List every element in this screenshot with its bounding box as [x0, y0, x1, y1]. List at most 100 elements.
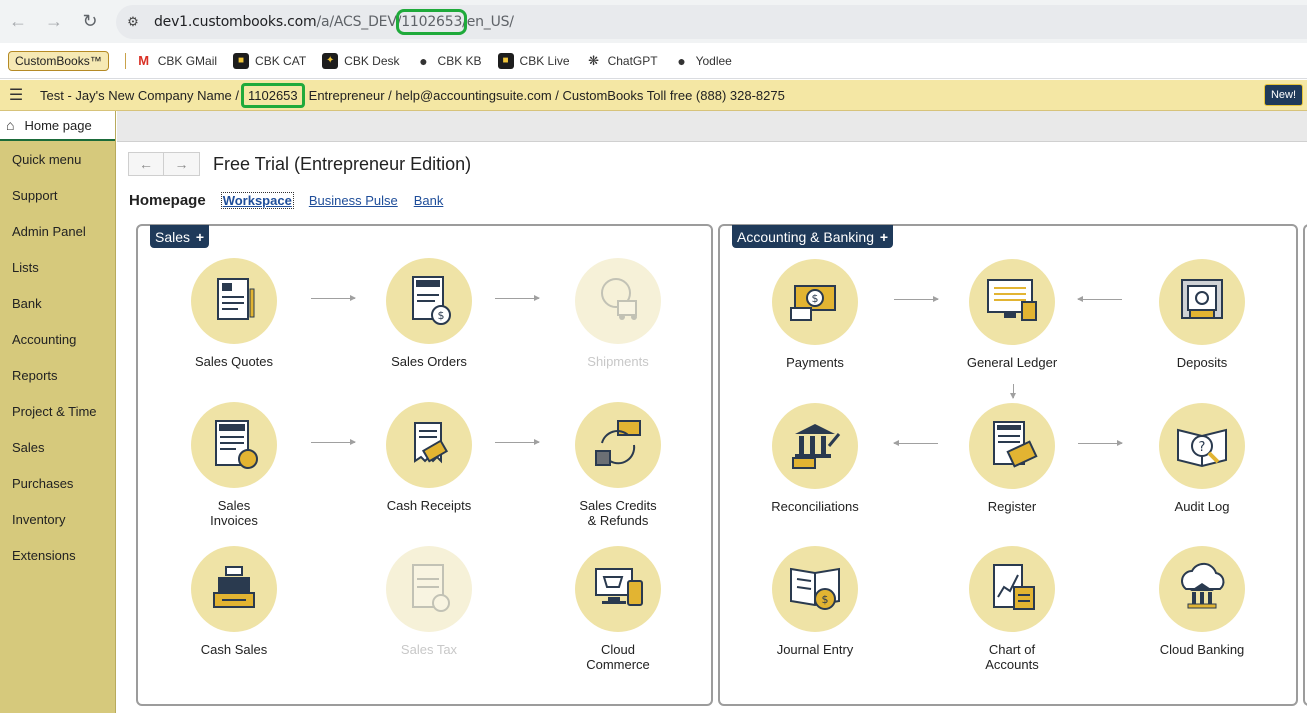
sales-quote-icon: [191, 258, 277, 344]
tile-label-line: & Refunds: [587, 513, 649, 528]
tile-label: Audit Log: [1174, 499, 1230, 514]
tile-label-line: Sales Credits: [579, 498, 657, 513]
bookmark-yodlee[interactable]: ● Yodlee: [674, 53, 732, 69]
browser-toolbar: ← → ↻ ⚙ dev1.custombooks.com/a/ACS_DEV/1…: [0, 0, 1307, 43]
tile-label: Sales Tax: [400, 642, 458, 657]
cbk-icon: ■: [233, 52, 250, 69]
sidebar-item-accounting[interactable]: Accounting: [0, 321, 115, 357]
bookmark-label: CBK KB: [437, 53, 482, 68]
site-settings-icon[interactable]: ⚙: [120, 9, 146, 35]
tile-cash-receipts[interactable]: Cash Receipts: [369, 402, 489, 513]
sidebar-home-page[interactable]: ⌂ Home page: [0, 111, 115, 141]
bookmark-custombooks[interactable]: CustomBooks™: [8, 50, 109, 71]
tile-reconciliations[interactable]: Reconciliations: [755, 403, 875, 514]
company-details: Entrepreneur / help@accountingsuite.com …: [308, 87, 785, 103]
tile-sales-quotes[interactable]: Sales Quotes: [174, 258, 294, 369]
sidebar-item-bank[interactable]: Bank: [0, 285, 115, 321]
url-highlighted-id: 1102653: [396, 9, 468, 35]
tile-label-line: Accounts: [985, 657, 1039, 672]
chart-of-accounts-icon: [969, 546, 1055, 632]
tile-sales-credits-refunds[interactable]: Sales Credits & Refunds: [558, 402, 678, 528]
sales-order-icon: $: [386, 258, 472, 344]
tile-sales-tax[interactable]: Sales Tax: [369, 546, 489, 657]
sidebar-item-quick-menu[interactable]: Quick menu: [0, 141, 115, 177]
bookmark-cbk-live[interactable]: ■ CBK Live: [497, 52, 570, 69]
tile-sales-orders[interactable]: $ Sales Orders: [369, 258, 489, 369]
sidebar-item-sales[interactable]: Sales: [0, 429, 115, 465]
url-text[interactable]: dev1.custombooks.com/a/ACS_DEV/1102653/e…: [154, 9, 514, 35]
tile-label: Deposits: [1176, 355, 1228, 370]
bookmark-chatgpt[interactable]: ❋ ChatGPT: [586, 53, 658, 69]
tile-label-line: Chart of: [988, 642, 1036, 657]
reload-icon[interactable]: ↻: [72, 4, 108, 40]
back-arrow-icon[interactable]: ←: [0, 4, 36, 40]
tile-label: General Ledger: [966, 355, 1058, 370]
svg-text:$: $: [822, 593, 829, 606]
hamburger-menu-icon[interactable]: ☰: [0, 85, 32, 105]
url-host: dev1.custombooks.com: [154, 14, 317, 30]
flow-arrow-down: [1010, 384, 1016, 399]
address-bar[interactable]: ⚙ dev1.custombooks.com/a/ACS_DEV/1102653…: [116, 5, 1307, 39]
tile-chart-of-accounts[interactable]: Chart of Accounts: [952, 546, 1072, 672]
history-forward-button[interactable]: →: [164, 152, 200, 176]
tile-label: Register: [987, 499, 1037, 514]
homepage-label: Homepage: [129, 192, 206, 209]
tile-payments[interactable]: $ Payments: [755, 259, 875, 370]
cash-receipt-icon: [386, 402, 472, 488]
company-info: Test - Jay's New Company Name / 1102653 …: [40, 82, 785, 108]
tile-shipments[interactable]: Shipments: [558, 258, 678, 369]
tile-journal-entry[interactable]: $ Journal Entry: [755, 546, 875, 657]
sidebar-item-purchases[interactable]: Purchases: [0, 465, 115, 501]
tile-cloud-banking[interactable]: Cloud Banking: [1142, 546, 1262, 657]
new-button[interactable]: New!: [1263, 84, 1303, 106]
globe-icon: ●: [677, 52, 686, 69]
tile-register[interactable]: Register: [952, 403, 1072, 514]
tile-label: Sales Invoices: [174, 498, 294, 528]
url-path-after: /en_US/: [462, 14, 514, 30]
tile-deposits[interactable]: Deposits: [1142, 259, 1262, 370]
tile-audit-log[interactable]: ? Audit Log: [1142, 403, 1262, 514]
tile-cloud-commerce[interactable]: Cloud Commerce: [558, 546, 678, 672]
sales-panel-tag[interactable]: Sales +: [150, 225, 210, 248]
deposits-icon: [1159, 259, 1245, 345]
bookmark-cbk-cat[interactable]: ■ CBK CAT: [233, 52, 306, 69]
home-page-label: Home page: [24, 117, 92, 133]
audit-log-icon: ?: [1159, 403, 1245, 489]
flow-arrow-right: [495, 295, 540, 301]
sidebar-item-support[interactable]: Support: [0, 177, 115, 213]
tab-bank[interactable]: Bank: [414, 193, 444, 208]
tile-sales-invoices[interactable]: Sales Invoices: [174, 402, 294, 528]
shipment-icon: [575, 258, 661, 344]
url-path-before: /a/ACS_DEV/: [316, 14, 402, 30]
sidebar-item-extensions[interactable]: Extensions: [0, 537, 115, 573]
tile-cash-sales[interactable]: Cash Sales: [174, 546, 294, 657]
sales-panel: Sales + Sales Quotes $ Sales Orders Ship…: [136, 224, 713, 706]
tile-label-line: Sales: [217, 498, 251, 513]
tile-label: Reconciliations: [771, 499, 859, 514]
bookmark-label: CBK GMail: [157, 53, 218, 68]
tab-business-pulse[interactable]: Business Pulse: [309, 193, 398, 208]
forward-arrow-icon[interactable]: →: [36, 4, 72, 40]
bookmark-label: CBK Live: [519, 53, 570, 68]
sidebar-item-lists[interactable]: Lists: [0, 249, 115, 285]
accounting-panel-tag[interactable]: Accounting & Banking +: [732, 225, 894, 248]
bookmark-cbk-kb[interactable]: ● CBK KB: [416, 53, 482, 69]
company-id-highlight: 1102653: [241, 82, 305, 108]
bookmark-label: ChatGPT: [607, 53, 658, 68]
history-back-button[interactable]: ←: [128, 152, 164, 176]
sidebar-item-reports[interactable]: Reports: [0, 357, 115, 393]
payments-icon: $: [772, 259, 858, 345]
homepage-subnav: Homepage Workspace Business Pulse Bank: [129, 192, 459, 209]
tab-strip: [117, 111, 1307, 142]
tab-workspace[interactable]: Workspace: [220, 192, 294, 209]
sidebar-item-admin-panel[interactable]: Admin Panel: [0, 213, 115, 249]
flow-arrow-left: [1077, 296, 1122, 302]
tile-label: Cash Sales: [200, 642, 268, 657]
sidebar-item-inventory[interactable]: Inventory: [0, 501, 115, 537]
cloud-banking-icon: [1159, 546, 1245, 632]
bookmark-cbk-gmail[interactable]: M CBK GMail: [136, 53, 217, 69]
tile-general-ledger[interactable]: General Ledger: [952, 259, 1072, 370]
bookmark-cbk-desk[interactable]: ✦ CBK Desk: [322, 52, 400, 69]
sidebar-item-project-time[interactable]: Project & Time: [0, 393, 115, 429]
sales-tax-icon: [386, 546, 472, 632]
